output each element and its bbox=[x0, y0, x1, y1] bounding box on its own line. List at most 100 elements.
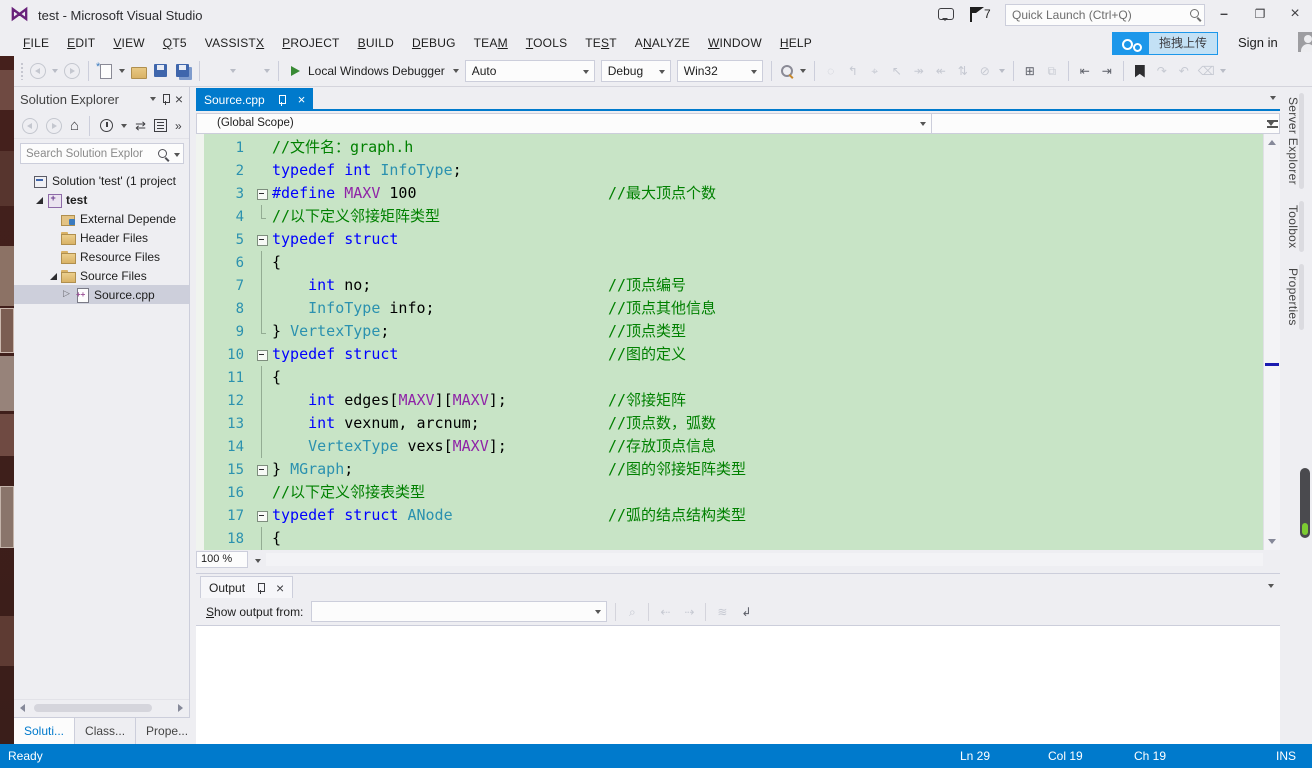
tree-item-project-test[interactable]: test bbox=[14, 190, 189, 209]
output-overflow-dropdown[interactable] bbox=[1268, 584, 1274, 588]
close-output-icon[interactable] bbox=[276, 580, 284, 596]
bookmark-icon[interactable] bbox=[1134, 64, 1145, 78]
increase-indent-icon[interactable] bbox=[1099, 63, 1115, 79]
sync-with-active-document-icon[interactable] bbox=[135, 118, 146, 134]
editor-split-handle[interactable] bbox=[1267, 120, 1278, 128]
menu-item-qt5[interactable]: QT5 bbox=[154, 32, 196, 54]
drag-upload-button[interactable]: 拖拽上传 bbox=[1112, 32, 1219, 55]
code-line-6[interactable]: 6{ bbox=[204, 251, 1263, 274]
menu-item-test[interactable]: TEST bbox=[576, 32, 625, 54]
user-avatar-icon[interactable] bbox=[1298, 32, 1312, 52]
fold-collapse-icon[interactable] bbox=[256, 182, 272, 205]
code-editor[interactable]: 1 //文件名：graph.h 2 typedef int InfoType; 3 #de… bbox=[196, 134, 1263, 550]
tree-item-solution[interactable]: Solution 'test' (1 project bbox=[14, 171, 189, 190]
code-line-9[interactable]: 9} VertexType; //顶点类型 bbox=[204, 320, 1263, 343]
tree-item-external-dependencies[interactable]: External Depende bbox=[14, 209, 189, 228]
toolbar-icon[interactable] bbox=[933, 63, 949, 79]
pending-changes-dropdown[interactable] bbox=[121, 123, 128, 128]
quick-launch-input[interactable] bbox=[1012, 6, 1180, 24]
sign-in-link[interactable]: Sign in bbox=[1238, 35, 1278, 50]
code-line-5[interactable]: 5 typedef struct bbox=[204, 228, 1263, 251]
menu-item-build[interactable]: BUILD bbox=[349, 32, 403, 54]
find-in-files-icon[interactable] bbox=[780, 64, 794, 78]
close-panel-icon[interactable] bbox=[175, 91, 183, 107]
navigate-backward-icon[interactable] bbox=[30, 63, 46, 79]
code-line-7[interactable]: 7 int no; //顶点编号 bbox=[204, 274, 1263, 297]
panel-tab-soluti[interactable]: Soluti... bbox=[14, 718, 76, 744]
toolbar-icon[interactable] bbox=[955, 63, 971, 79]
menu-item-team[interactable]: TEAM bbox=[465, 32, 517, 54]
solution-search-input[interactable] bbox=[26, 146, 154, 161]
restore-button[interactable] bbox=[1246, 2, 1274, 24]
forward-icon[interactable] bbox=[46, 117, 62, 134]
toolbar-icon[interactable] bbox=[911, 63, 927, 79]
code-line-18[interactable]: 18 { bbox=[204, 527, 1263, 550]
code-line-4[interactable]: 4 //以下定义邻接矩阵类型 bbox=[204, 205, 1263, 228]
solution-configurations-combo[interactable]: Auto bbox=[464, 60, 595, 82]
new-file-dropdown[interactable] bbox=[119, 69, 125, 73]
platform-combo[interactable]: Win32 bbox=[676, 60, 763, 82]
search-icon[interactable] bbox=[1190, 9, 1199, 18]
tab-list-dropdown[interactable] bbox=[1270, 96, 1276, 100]
tree-item-source-files[interactable]: Source Files bbox=[14, 266, 189, 285]
tree-item-header-files[interactable]: Header Files bbox=[14, 228, 189, 247]
fold-collapse-icon[interactable] bbox=[256, 504, 272, 527]
previous-bookmark-icon[interactable] bbox=[1176, 63, 1192, 79]
scroll-down-icon[interactable] bbox=[1268, 539, 1276, 544]
find-dropdown[interactable] bbox=[799, 69, 806, 73]
zoom-level-combo[interactable]: 100 % bbox=[196, 551, 261, 568]
menu-item-tools[interactable]: TOOLS bbox=[517, 32, 576, 54]
menu-item-vassistx[interactable]: VASSISTX bbox=[196, 32, 273, 54]
scroll-right-icon[interactable] bbox=[178, 704, 183, 712]
menu-item-help[interactable]: HELP bbox=[771, 32, 821, 54]
tab-source-cpp[interactable]: Source.cpp bbox=[196, 88, 314, 111]
debugger-dropdown[interactable] bbox=[452, 69, 459, 73]
menu-item-project[interactable]: PROJECT bbox=[273, 32, 348, 54]
code-line-16[interactable]: 16 //以下定义邻接表类型 bbox=[204, 481, 1263, 504]
output-source-combo[interactable] bbox=[311, 601, 608, 622]
side-scrollbar-thumb[interactable] bbox=[1300, 468, 1310, 538]
side-tab-toolbox[interactable]: Toolbox bbox=[1284, 195, 1304, 258]
new-file-icon[interactable] bbox=[96, 61, 113, 79]
code-line-11[interactable]: 11 { bbox=[204, 366, 1263, 389]
code-line-12[interactable]: 12 int edges[MAXV][MAXV]; //邻接矩阵 bbox=[204, 389, 1263, 412]
code-line-14[interactable]: 14 VertexType vexs[MAXV]; //存放顶点信息 bbox=[204, 435, 1263, 458]
tree-expanded-arrow-icon[interactable] bbox=[34, 194, 46, 206]
toolbar-icon[interactable] bbox=[823, 63, 839, 79]
notifications-flag-icon[interactable] bbox=[970, 7, 996, 23]
configuration-combo[interactable]: Debug bbox=[600, 60, 671, 82]
scroll-left-icon[interactable] bbox=[20, 704, 25, 712]
tree-collapsed-arrow-icon[interactable] bbox=[62, 288, 74, 301]
tree-item-source-cpp[interactable]: Source.cpp bbox=[14, 285, 189, 304]
minimize-button[interactable] bbox=[1210, 2, 1238, 24]
toolbar-icon[interactable] bbox=[867, 63, 883, 79]
menu-item-edit[interactable]: EDIT bbox=[58, 32, 104, 54]
output-tab[interactable]: Output bbox=[200, 576, 294, 598]
collapse-all-icon[interactable] bbox=[153, 119, 167, 132]
start-debug-icon[interactable] bbox=[291, 66, 300, 76]
tree-item-resource-files[interactable]: Resource Files bbox=[14, 247, 189, 266]
pin-panel-icon[interactable] bbox=[256, 582, 266, 594]
upload-label[interactable]: 拖拽上传 bbox=[1149, 33, 1218, 54]
next-bookmark-icon[interactable] bbox=[1154, 63, 1170, 79]
clear-all-icon[interactable] bbox=[714, 604, 730, 620]
code-line-10[interactable]: 10 typedef struct //图的定义 bbox=[204, 343, 1263, 366]
find-message-icon[interactable] bbox=[624, 604, 640, 620]
decrease-indent-icon[interactable] bbox=[1077, 63, 1093, 79]
side-tab-properties[interactable]: Properties bbox=[1284, 258, 1304, 336]
new-folder-icon[interactable] bbox=[1022, 63, 1038, 79]
fold-collapse-icon[interactable] bbox=[256, 228, 272, 251]
fold-collapse-icon[interactable] bbox=[256, 458, 272, 481]
feedback-icon[interactable] bbox=[938, 8, 954, 21]
code-line-3[interactable]: 3 #define MAXV 100 //最大顶点个数 bbox=[204, 182, 1263, 205]
pending-changes-icon[interactable] bbox=[100, 119, 114, 132]
close-button[interactable] bbox=[1281, 2, 1309, 24]
side-tab-server-explorer[interactable]: Server Explorer bbox=[1284, 87, 1304, 195]
menu-item-file[interactable]: FILE bbox=[14, 32, 58, 54]
toolbar-grip[interactable] bbox=[20, 62, 24, 80]
toolbar-overflow-dropdown[interactable] bbox=[998, 69, 1005, 73]
solution-search-box[interactable] bbox=[20, 143, 184, 164]
open-file-icon[interactable] bbox=[131, 66, 147, 79]
member-dropdown[interactable] bbox=[932, 113, 1280, 134]
menu-item-analyze[interactable]: ANALYZE bbox=[626, 32, 699, 54]
